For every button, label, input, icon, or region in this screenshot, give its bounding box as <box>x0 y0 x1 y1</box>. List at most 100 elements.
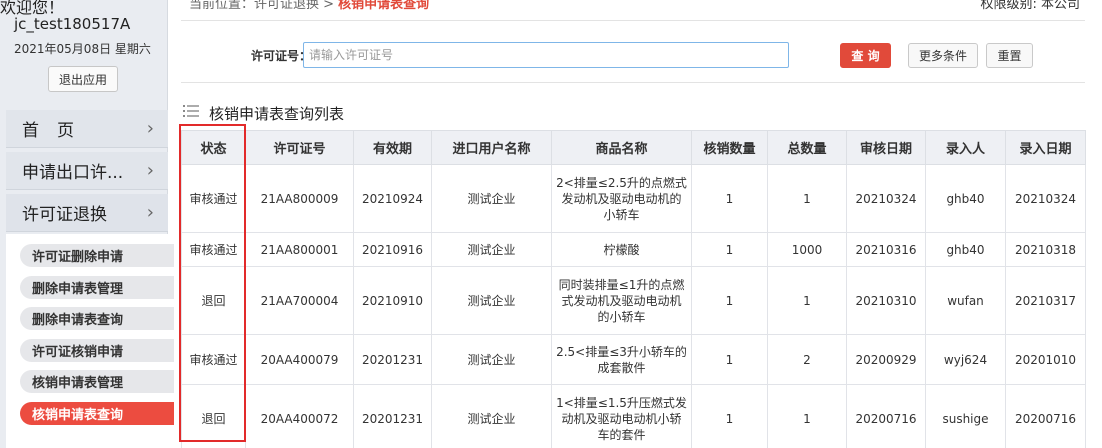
cell-total-qty: 1 <box>767 266 847 335</box>
column-header-entered-by: 录入人 <box>925 130 1006 165</box>
main-content: 当前位置：许可证退换 > 核销申请表查询 权限级别: 本公司 许可证号： 查 询… <box>169 0 1102 448</box>
subnav-item-delete-query[interactable]: 删除申请表查询 <box>20 307 174 330</box>
table-row[interactable]: 退回 21AA700004 20210910 测试企业 同时装排量≤1升的点燃式… <box>181 266 1086 335</box>
cell-license-no: 21AA700004 <box>245 266 354 335</box>
cell-writeoff-qty: 1 <box>691 164 768 233</box>
username: jc_test180517A <box>14 15 131 33</box>
cell-entry-date: 20210324 <box>1005 164 1086 233</box>
nav-item-export-apply[interactable]: 申请出口许... › <box>6 152 168 190</box>
subnav-item-writeoff-query[interactable]: 核销申请表查询 <box>20 402 174 425</box>
reset-button[interactable]: 重置 <box>986 43 1033 68</box>
cell-entered-by: wyj624 <box>925 334 1006 385</box>
cell-status: 退回 <box>181 266 246 335</box>
column-header-status: 状态 <box>181 130 246 165</box>
cell-entered-by: ghb40 <box>925 232 1006 267</box>
cell-total-qty: 1 <box>767 164 847 233</box>
cell-entry-date: 20201010 <box>1005 334 1086 385</box>
table-header-row: 状态 许可证号 有效期 进口用户名称 商品名称 核销数量 总数量 审核日期 录入… <box>181 130 1086 165</box>
divider <box>181 82 1085 83</box>
cell-license-no: 20AA400072 <box>245 384 354 448</box>
query-button[interactable]: 查 询 <box>840 43 891 68</box>
cell-writeoff-qty: 1 <box>691 384 768 448</box>
subnav-item-writeoff-apply[interactable]: 许可证核销申请 <box>20 339 174 362</box>
permission-level: 权限级别: 本公司 <box>980 0 1080 12</box>
cell-status: 退回 <box>181 384 246 448</box>
cell-review-date: 20200716 <box>846 384 926 448</box>
cell-importer: 测试企业 <box>431 164 552 233</box>
cell-validity: 20201231 <box>353 384 432 448</box>
list-title: 核销申请表查询列表 <box>209 105 345 123</box>
cell-validity: 20210910 <box>353 266 432 335</box>
cell-status: 审核通过 <box>181 334 246 385</box>
nav-item-label: 申请出口许... <box>22 163 124 183</box>
cell-importer: 测试企业 <box>431 232 552 267</box>
cell-goods-name: 2<排量≤2.5升的点燃式发动机及驱动电动机的小轿车 <box>551 164 692 233</box>
chevron-right-icon: › <box>146 160 154 181</box>
cell-review-date: 20210310 <box>846 266 926 335</box>
cell-review-date: 20210316 <box>846 232 926 267</box>
cell-entered-by: ghb40 <box>925 164 1006 233</box>
column-header-total-qty: 总数量 <box>767 130 847 165</box>
cell-importer: 测试企业 <box>431 334 552 385</box>
table-row[interactable]: 退回 20AA400072 20201231 测试企业 1<排量≤1.5升压燃式… <box>181 384 1086 448</box>
cell-status: 审核通过 <box>181 232 246 267</box>
cell-status: 审核通过 <box>181 164 246 233</box>
cell-total-qty: 1000 <box>767 232 847 267</box>
cell-review-date: 20210324 <box>846 164 926 233</box>
table-row[interactable]: 审核通过 21AA800009 20210924 测试企业 2<排量≤2.5升的… <box>181 164 1086 233</box>
current-date: 2021年05月08日 星期六 <box>14 42 151 56</box>
cell-goods-name: 1<排量≤1.5升压燃式发动机及驱动电动机小轿车的套件 <box>551 384 692 448</box>
cell-writeoff-qty: 1 <box>691 334 768 385</box>
license-no-input[interactable] <box>303 42 789 68</box>
column-header-review-date: 审核日期 <box>846 130 926 165</box>
cell-importer: 测试企业 <box>431 384 552 448</box>
cell-review-date: 20200929 <box>846 334 926 385</box>
cell-entered-by: wufan <box>925 266 1006 335</box>
chevron-right-icon: › <box>146 118 154 139</box>
column-header-goods-name: 商品名称 <box>551 130 692 165</box>
cell-validity: 20210916 <box>353 232 432 267</box>
cell-writeoff-qty: 1 <box>691 232 768 267</box>
nav-item-label: 首页 <box>22 121 92 141</box>
cell-importer: 测试企业 <box>431 266 552 335</box>
cell-entered-by: sushige <box>925 384 1006 448</box>
column-header-importer: 进口用户名称 <box>431 130 552 165</box>
breadcrumb: 当前位置：许可证退换 > 核销申请表查询 <box>189 0 429 12</box>
cell-validity: 20201231 <box>353 334 432 385</box>
cell-license-no: 21AA800009 <box>245 164 354 233</box>
chevron-right-icon: › <box>146 202 154 223</box>
cell-goods-name: 同时装排量≤1升的点燃式发动机及驱动电动机的小轿车 <box>551 266 692 335</box>
results-table: 状态 许可证号 有效期 进口用户名称 商品名称 核销数量 总数量 审核日期 录入… <box>181 130 1086 448</box>
column-header-license-no: 许可证号 <box>245 130 354 165</box>
nav-item-home[interactable]: 首页 › <box>6 110 168 148</box>
license-no-label: 许可证号： <box>251 49 312 63</box>
cell-entry-date: 20210317 <box>1005 266 1086 335</box>
subnav-item-writeoff-manage[interactable]: 核销申请表管理 <box>20 370 174 393</box>
cell-total-qty: 1 <box>767 384 847 448</box>
cell-total-qty: 2 <box>767 334 847 385</box>
column-header-entry-date: 录入日期 <box>1005 130 1086 165</box>
cell-validity: 20210924 <box>353 164 432 233</box>
nav-item-license-return[interactable]: 许可证退换 › <box>6 194 168 232</box>
cell-license-no: 20AA400079 <box>245 334 354 385</box>
logout-button[interactable]: 退出应用 <box>48 66 118 92</box>
list-icon <box>183 105 199 117</box>
nav-item-label: 许可证退换 <box>22 205 107 225</box>
cell-entry-date: 20210318 <box>1005 232 1086 267</box>
subnav-item-delete-apply[interactable]: 许可证删除申请 <box>20 244 174 267</box>
subnav-item-delete-manage[interactable]: 删除申请表管理 <box>20 276 174 299</box>
table-row[interactable]: 审核通过 21AA800001 20210916 测试企业 柠檬酸 1 1000… <box>181 232 1086 267</box>
cell-goods-name: 2.5<排量≤3升小轿车的成套散件 <box>551 334 692 385</box>
cell-entry-date: 20200716 <box>1005 384 1086 448</box>
cell-goods-name: 柠檬酸 <box>551 232 692 267</box>
more-conditions-button[interactable]: 更多条件 <box>908 43 978 68</box>
cell-writeoff-qty: 1 <box>691 266 768 335</box>
divider <box>181 20 1085 21</box>
table-row[interactable]: 审核通过 20AA400079 20201231 测试企业 2.5<排量≤3升小… <box>181 334 1086 385</box>
column-header-validity: 有效期 <box>353 130 432 165</box>
breadcrumb-prefix: 当前位置：许可证退换 > <box>189 0 335 12</box>
sidebar: 欢迎您！ jc_test180517A 2021年05月08日 星期六 退出应用… <box>0 0 174 448</box>
breadcrumb-current: 核销申请表查询 <box>338 0 430 12</box>
cell-license-no: 21AA800001 <box>245 232 354 267</box>
column-header-writeoff-qty: 核销数量 <box>691 130 768 165</box>
